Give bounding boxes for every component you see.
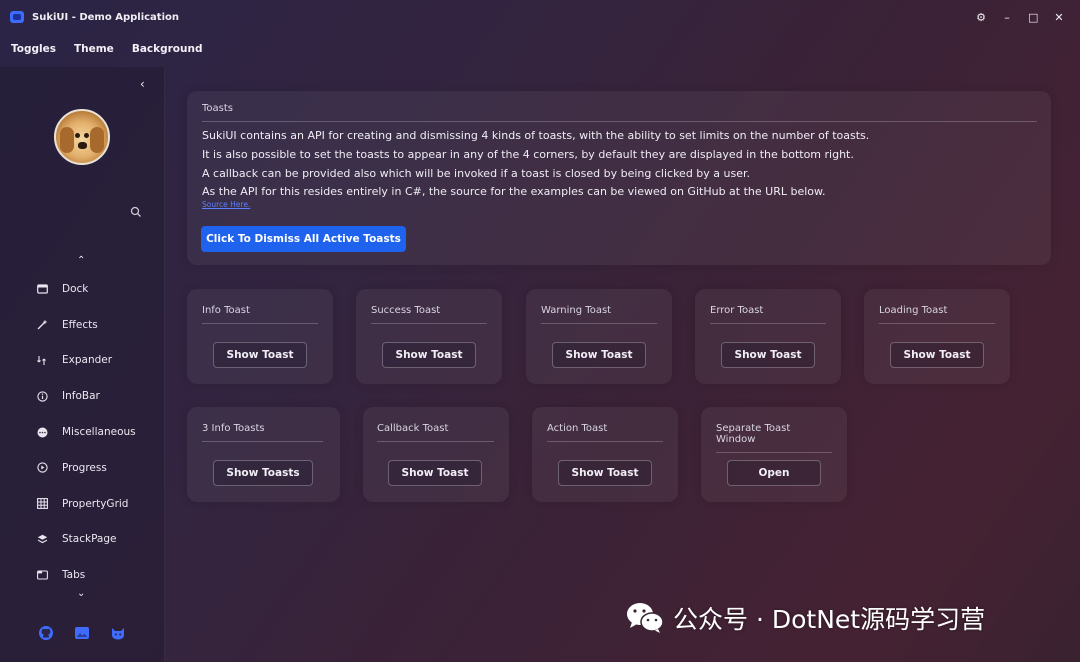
toast-card-loading: Loading Toast Show Toast — [864, 289, 1010, 384]
window-title: SukiUI - Demo Application — [32, 11, 179, 23]
show-3-info-toasts-button[interactable]: Show Toasts — [213, 460, 313, 486]
sidebar: ‹ ⌃ Dock Effects Expander InfoBar Miscel… — [0, 67, 165, 662]
toasts-card: Toasts SukiUI contains an API for creati… — [187, 91, 1051, 265]
description-line: It is also possible to set the toasts to… — [202, 147, 854, 161]
toast-card-title: Error Toast — [710, 289, 826, 324]
toast-card-title: Callback Toast — [377, 407, 494, 442]
settings-icon[interactable]: ⚙ — [976, 11, 986, 24]
sidebar-item-label: StackPage — [62, 533, 117, 546]
show-callback-toast-button[interactable]: Show Toast — [388, 460, 482, 486]
sidebar-item-tabs[interactable]: Tabs — [36, 557, 164, 593]
show-action-toast-button[interactable]: Show Toast — [558, 460, 652, 486]
wand-icon — [36, 319, 48, 331]
github-icon[interactable] — [38, 625, 54, 641]
sidebar-item-miscellaneous[interactable]: Miscellaneous — [36, 414, 164, 450]
toast-card-title: Warning Toast — [541, 289, 657, 324]
sidebar-item-stackpage[interactable]: StackPage — [36, 522, 164, 558]
toast-card-3-info: 3 Info Toasts Show Toasts — [187, 407, 340, 502]
sidebar-item-label: Progress — [62, 461, 107, 474]
sidebar-item-progress[interactable]: Progress — [36, 450, 164, 486]
cat-icon[interactable] — [110, 625, 126, 641]
sidebar-item-infobar[interactable]: InfoBar — [36, 378, 164, 414]
show-info-toast-button[interactable]: Show Toast — [213, 342, 307, 368]
title-bar: SukiUI - Demo Application ⚙ – □ ✕ — [0, 0, 1080, 34]
sidebar-item-label: InfoBar — [62, 390, 100, 403]
show-warning-toast-button[interactable]: Show Toast — [552, 342, 646, 368]
menu-theme[interactable]: Theme — [74, 43, 114, 55]
sidebar-item-label: Expander — [62, 354, 113, 367]
sidebar-item-label: Miscellaneous — [62, 426, 136, 439]
menu-toggles[interactable]: Toggles — [11, 43, 56, 55]
toast-card-separate-window: Separate Toast Window Open — [701, 407, 847, 502]
toast-card-title: 3 Info Toasts — [202, 407, 323, 442]
scroll-down-icon[interactable]: ⌄ — [77, 588, 85, 599]
toast-card-title: Action Toast — [547, 407, 663, 442]
sidebar-item-propertygrid[interactable]: PropertyGrid — [36, 486, 164, 522]
sidebar-footer — [38, 625, 126, 641]
toast-card-warning: Warning Toast Show Toast — [526, 289, 672, 384]
main-content: Toasts SukiUI contains an API for creati… — [166, 67, 1080, 662]
watermark: 公众号 · DotNet源码学习营 — [625, 600, 985, 636]
toast-card-title: Success Toast — [371, 289, 487, 324]
show-loading-toast-button[interactable]: Show Toast — [890, 342, 984, 368]
sidebar-item-dock[interactable]: Dock — [36, 271, 164, 307]
sidebar-item-label: PropertyGrid — [62, 497, 129, 510]
toasts-description: SukiUI contains an API for creating and … — [202, 127, 1037, 202]
sidebar-item-label: Dock — [62, 282, 89, 295]
toast-card-title: Info Toast — [202, 289, 318, 324]
close-icon[interactable]: ✕ — [1054, 11, 1064, 24]
show-error-toast-button[interactable]: Show Toast — [721, 342, 815, 368]
toast-card-action: Action Toast Show Toast — [532, 407, 678, 502]
show-success-toast-button[interactable]: Show Toast — [382, 342, 476, 368]
grid-icon — [36, 498, 48, 510]
sidebar-item-expander[interactable]: Expander — [36, 343, 164, 379]
layers-icon — [36, 533, 48, 545]
toasts-card-header: Toasts — [202, 91, 1037, 122]
toast-card-info: Info Toast Show Toast — [187, 289, 333, 384]
expander-icon — [36, 354, 48, 366]
nav-list: Dock Effects Expander InfoBar Miscellane… — [36, 271, 164, 593]
open-toast-window-button[interactable]: Open — [727, 460, 821, 486]
minimize-icon[interactable]: – — [1002, 11, 1012, 24]
watermark-text: 公众号 · DotNet源码学习营 — [673, 605, 986, 634]
maximize-icon[interactable]: □ — [1028, 11, 1038, 24]
app-logo-icon — [10, 11, 24, 23]
toast-card-callback: Callback Toast Show Toast — [363, 407, 509, 502]
image-icon[interactable] — [74, 625, 90, 641]
dots-icon — [36, 426, 48, 438]
sidebar-item-effects[interactable]: Effects — [36, 307, 164, 343]
tabs-icon — [36, 569, 48, 581]
toast-card-success: Success Toast Show Toast — [356, 289, 502, 384]
wechat-icon — [627, 603, 664, 633]
sidebar-item-label: Effects — [62, 318, 98, 331]
avatar — [54, 109, 110, 165]
search-icon[interactable] — [130, 206, 142, 218]
description-line: A callback can be provided also which wi… — [202, 166, 751, 180]
collapse-sidebar-icon[interactable]: ‹ — [140, 77, 145, 91]
menu-background[interactable]: Background — [132, 43, 203, 55]
toast-card-error: Error Toast Show Toast — [695, 289, 841, 384]
progress-icon — [36, 462, 48, 474]
toast-card-title: Loading Toast — [879, 289, 995, 324]
sidebar-item-label: Tabs — [62, 569, 86, 582]
menu-bar: Toggles Theme Background — [0, 38, 210, 60]
info-icon — [36, 390, 48, 402]
dock-icon — [36, 283, 48, 295]
scroll-up-icon[interactable]: ⌃ — [77, 255, 85, 266]
description-line: SukiUI contains an API for creating and … — [202, 129, 870, 142]
dismiss-all-toasts-button[interactable]: Click To Dismiss All Active Toasts — [201, 226, 406, 252]
window-controls: ⚙ – □ ✕ — [976, 0, 1064, 34]
toast-card-title: Separate Toast Window — [716, 407, 832, 453]
